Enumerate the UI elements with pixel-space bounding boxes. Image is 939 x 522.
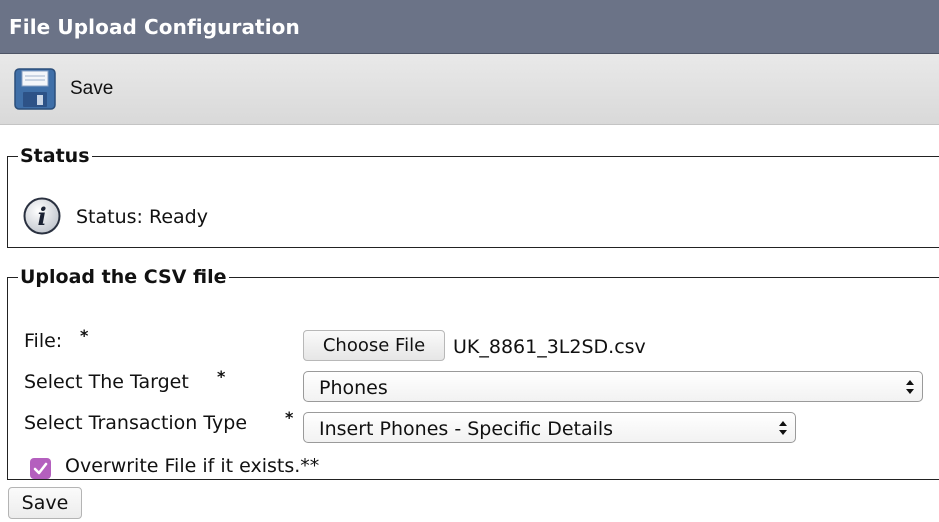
target-select[interactable]: Phones	[303, 371, 923, 402]
required-mark: *	[217, 367, 226, 386]
selected-filename: UK_8861_3L2SD.csv	[453, 336, 646, 358]
required-mark: *	[285, 408, 294, 427]
file-label: File:	[24, 330, 63, 352]
toolbar: Save	[0, 54, 939, 125]
bottom-save-button[interactable]: Save	[8, 487, 82, 519]
upload-legend: Upload the CSV file	[20, 266, 227, 288]
target-select-value: Phones	[319, 377, 388, 399]
select-arrows-icon	[906, 380, 914, 394]
svg-text:i: i	[37, 202, 46, 231]
upload-section: Upload the CSV file File: * Choose File …	[7, 266, 939, 480]
target-label: Select The Target	[24, 371, 189, 393]
status-section: Status i Status: Ready	[7, 145, 939, 248]
select-arrows-icon	[779, 421, 787, 435]
page-title: File Upload Configuration	[9, 15, 300, 39]
status-text: Status: Ready	[76, 206, 208, 228]
status-legend: Status	[20, 145, 90, 167]
checkmark-icon	[33, 462, 48, 475]
overwrite-checkbox[interactable]	[30, 458, 51, 479]
info-icon: i	[23, 197, 61, 235]
transaction-type-label: Select Transaction Type	[24, 412, 248, 434]
required-mark: *	[80, 326, 89, 345]
overwrite-label: Overwrite File if it exists.**	[65, 455, 320, 477]
floppy-disk-icon[interactable]	[14, 68, 56, 110]
choose-file-button[interactable]: Choose File	[303, 330, 445, 361]
transaction-type-select[interactable]: Insert Phones - Specific Details	[303, 412, 796, 443]
page-header: File Upload Configuration	[0, 0, 939, 54]
save-button[interactable]: Save	[70, 78, 113, 100]
transaction-type-value: Insert Phones - Specific Details	[319, 418, 614, 440]
